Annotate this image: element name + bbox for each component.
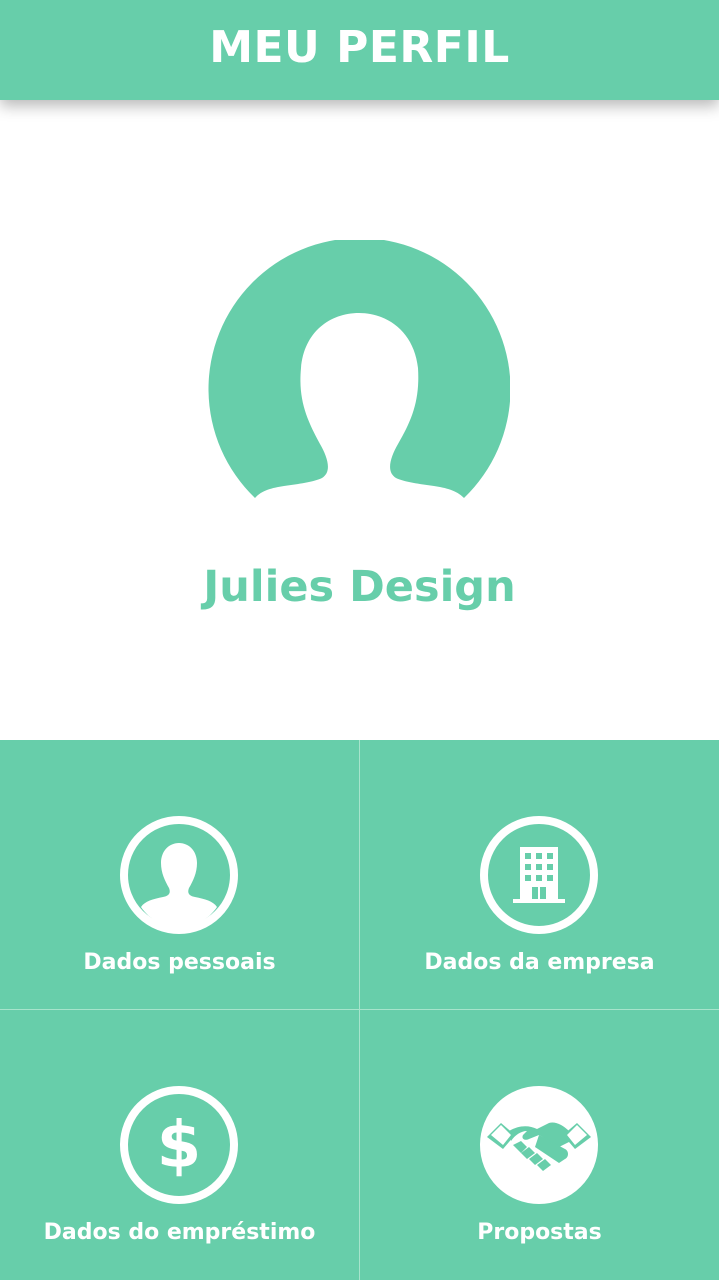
profile-menu-grid: Dados pessoais Dados da empresa $ Dados … xyxy=(0,740,719,1280)
user-silhouette-icon xyxy=(208,238,511,498)
tile-label: Dados da empresa xyxy=(424,950,655,975)
tile-label: Propostas xyxy=(477,1220,602,1245)
propostas-button[interactable]: Propostas xyxy=(360,1010,719,1279)
tile-label: Dados pessoais xyxy=(83,950,276,975)
top-app-bar: MEU PERFIL xyxy=(0,0,719,100)
profile-avatar[interactable] xyxy=(208,238,511,502)
page-title: MEU PERFIL xyxy=(209,22,510,73)
dollar-icon: $ xyxy=(120,1086,238,1204)
dados-pessoais-button[interactable]: Dados pessoais xyxy=(0,740,359,1009)
svg-text:$: $ xyxy=(157,1109,202,1183)
handshake-icon xyxy=(480,1086,598,1204)
tile-label: Dados do empréstimo xyxy=(43,1220,316,1245)
dados-empresa-button[interactable]: Dados da empresa xyxy=(360,740,719,1009)
person-icon xyxy=(120,816,238,934)
dados-emprestimo-button[interactable]: $ Dados do empréstimo xyxy=(0,1010,359,1279)
building-icon xyxy=(480,816,598,934)
profile-name: Julies Design xyxy=(203,562,516,612)
